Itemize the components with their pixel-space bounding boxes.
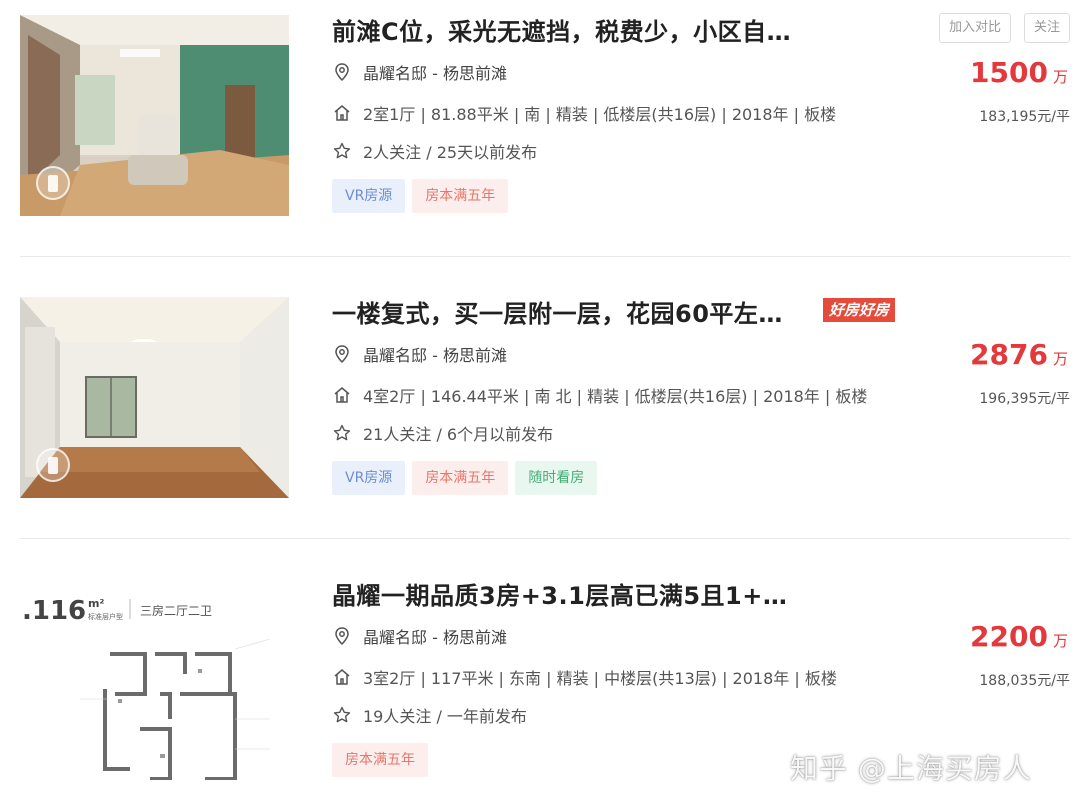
listing-card[interactable]: 前滩C位，采光无遮挡，税费少，小区自… 晶耀名邸 - 杨思前滩 2室1厅 | 8… [0,0,1080,282]
listing-photo[interactable] [20,297,289,498]
price-unit: 万 [1052,632,1068,650]
total-price: 2876 万 [970,338,1068,371]
tag-list: 房本满五年 [332,743,428,777]
price-unit: 万 [1052,350,1068,368]
community-link[interactable]: 晶耀名邸 - 杨思前滩 [363,60,507,84]
house-info-row: 3室2厅 | 117平米 | 东南 | 精装 | 中楼层(共13层) | 201… [332,665,837,689]
unit-price: 196,395元/平 [979,391,1070,407]
house-info-row: 2室1厅 | 81.88平米 | 南 | 精装 | 低楼层(共16层) | 20… [332,101,836,125]
floorplan-layout: 三房二厅二卫 [140,603,212,618]
listing-photo[interactable]: .116 m² 标准层户型 三房二厅二卫 [20,579,289,780]
location-pin-icon [335,63,349,82]
vr-icon[interactable] [36,166,70,200]
unit-price: 183,195元/平 [979,109,1070,125]
total-price: 1500 万 [970,56,1068,89]
tag-vr: VR房源 [332,179,406,213]
divider [20,256,1070,257]
house-info: 4室2厅 | 146.44平米 | 南 北 | 精装 | 低楼层(共16层) |… [363,387,868,406]
house-info: 3室2厅 | 117平米 | 东南 | 精装 | 中楼层(共13层) | 201… [363,669,837,688]
house-info: 2室1厅 | 81.88平米 | 南 | 精装 | 低楼层(共16层) | 20… [363,105,837,124]
community-row: 晶耀名邸 - 杨思前滩 [332,342,507,366]
tag-visit-anytime: 随时看房 [515,461,598,495]
follow-info: 19人关注 / 一年前发布 [363,707,527,726]
good-house-badge: 好房好房 [823,298,896,322]
watermark: 知乎 @上海买房人 [790,752,1032,785]
price-value: 2876 [970,338,1048,371]
follow-info-row: 21人关注 / 6个月以前发布 [332,421,553,445]
tag-list: VR房源 房本满五年 随时看房 [332,461,598,495]
add-compare-button[interactable]: 加入对比 [938,13,1011,43]
tag-list: VR房源 房本满五年 [332,179,509,213]
community-row: 晶耀名邸 - 杨思前滩 [332,624,507,648]
unit-price: 188,035元/平 [979,673,1070,689]
floor-plan-image: .116 m² 标准层户型 三房二厅二卫 [20,579,289,780]
location-pin-icon [335,627,349,646]
floorplan-area-unit: m² [88,597,104,610]
floorplan-area: .116 [22,596,86,626]
house-icon [334,387,350,403]
location-pin-icon [335,345,349,364]
tag-five-years: 房本满五年 [332,743,428,777]
house-icon [334,669,350,685]
listing-title[interactable]: 一楼复式，买一层附一层，花园60平左… [332,294,783,329]
follow-info-row: 2人关注 / 25天以前发布 [332,139,537,163]
house-icon [334,105,350,121]
house-info-row: 4室2厅 | 146.44平米 | 南 北 | 精装 | 低楼层(共16层) |… [332,383,867,407]
price-value: 2200 [970,620,1048,653]
divider [20,538,1070,539]
community-link[interactable]: 晶耀名邸 - 杨思前滩 [363,342,507,366]
listing-title[interactable]: 前滩C位，采光无遮挡，税费少，小区自… [332,12,791,47]
star-icon [333,706,351,723]
follow-button[interactable]: 关注 [1023,13,1070,43]
tag-vr: VR房源 [332,461,406,495]
vr-icon[interactable] [36,448,70,482]
floorplan-subtitle: 标准层户型 [88,612,123,621]
star-icon [333,142,351,159]
action-buttons: 加入对比 关注 [938,13,1070,43]
tag-five-years: 房本满五年 [412,461,509,495]
total-price: 2200 万 [970,620,1068,653]
star-icon [333,424,351,441]
follow-info-row: 19人关注 / 一年前发布 [332,703,527,727]
price-value: 1500 [970,56,1048,89]
tag-five-years: 房本满五年 [412,179,509,213]
follow-info: 21人关注 / 6个月以前发布 [363,425,554,444]
price-unit: 万 [1052,68,1068,86]
listing-card[interactable]: 一楼复式，买一层附一层，花园60平左… 好房好房 晶耀名邸 - 杨思前滩 4室2… [0,282,1080,564]
listing-title[interactable]: 晶耀一期品质3房+3.1层高已满5且1+… [332,576,787,611]
listing-photo[interactable] [20,15,289,216]
community-row: 晶耀名邸 - 杨思前滩 [332,60,507,84]
community-link[interactable]: 晶耀名邸 - 杨思前滩 [363,624,507,648]
follow-info: 2人关注 / 25天以前发布 [363,143,538,162]
